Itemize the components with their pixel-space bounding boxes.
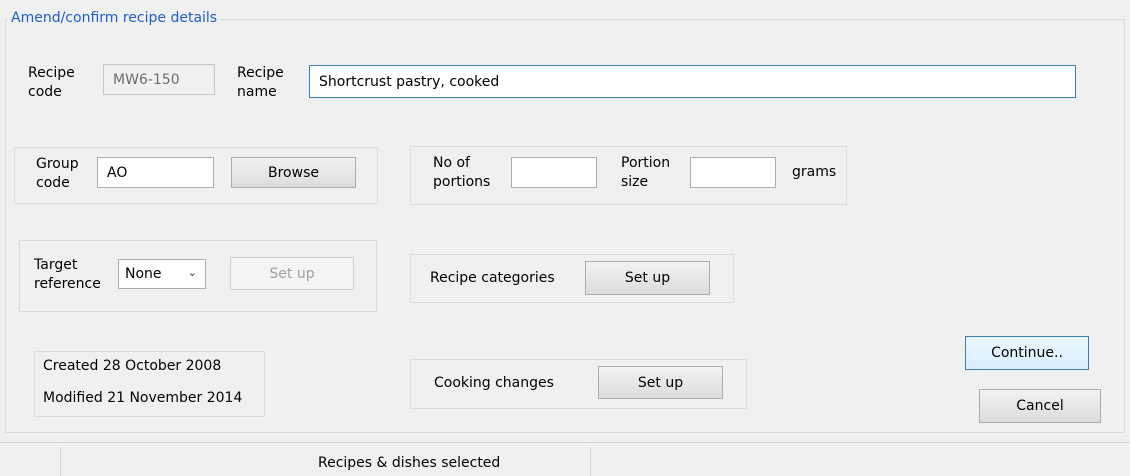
cooking-changes-label: Cooking changes (434, 375, 554, 391)
status-selection-text: Recipes & dishes selected (318, 455, 501, 471)
chevron-down-icon: ⌄ (187, 266, 197, 279)
group-code-label: Group code (36, 156, 79, 191)
grams-label: grams (792, 164, 837, 180)
recipe-name-field[interactable]: Shortcrust pastry, cooked (309, 65, 1076, 98)
status-divider (590, 447, 591, 476)
group-title: Amend/confirm recipe details (8, 8, 221, 28)
browse-button[interactable]: Browse (231, 157, 356, 188)
portion-size-label: Portion size (621, 155, 671, 190)
recipe-code-label: Recipe code (28, 65, 75, 100)
group-code-field[interactable]: AO (97, 157, 214, 188)
cooking-changes-setup-button[interactable]: Set up (598, 366, 723, 399)
cancel-button[interactable]: Cancel (979, 389, 1101, 423)
recipe-categories-label: Recipe categories (430, 270, 555, 286)
recipe-categories-setup-button[interactable]: Set up (585, 261, 710, 295)
status-bar: Recipes & dishes selected (0, 442, 1130, 476)
target-reference-label: Target reference (34, 257, 101, 292)
recipe-name-label: Recipe name (237, 65, 284, 100)
portions-label: No of portions (433, 155, 491, 190)
target-reference-value: None (125, 266, 162, 282)
target-setup-button[interactable]: Set up (230, 257, 354, 290)
recipe-code-field[interactable]: MW6-150 (103, 64, 215, 95)
modified-date: Modified 21 November 2014 (43, 390, 243, 406)
created-date: Created 28 October 2008 (43, 358, 222, 374)
portion-size-field[interactable] (690, 157, 776, 188)
continue-button[interactable]: Continue.. (965, 336, 1089, 370)
target-reference-select[interactable]: None ⌄ (118, 259, 206, 289)
status-divider (60, 447, 61, 476)
portions-field[interactable] (511, 157, 597, 188)
